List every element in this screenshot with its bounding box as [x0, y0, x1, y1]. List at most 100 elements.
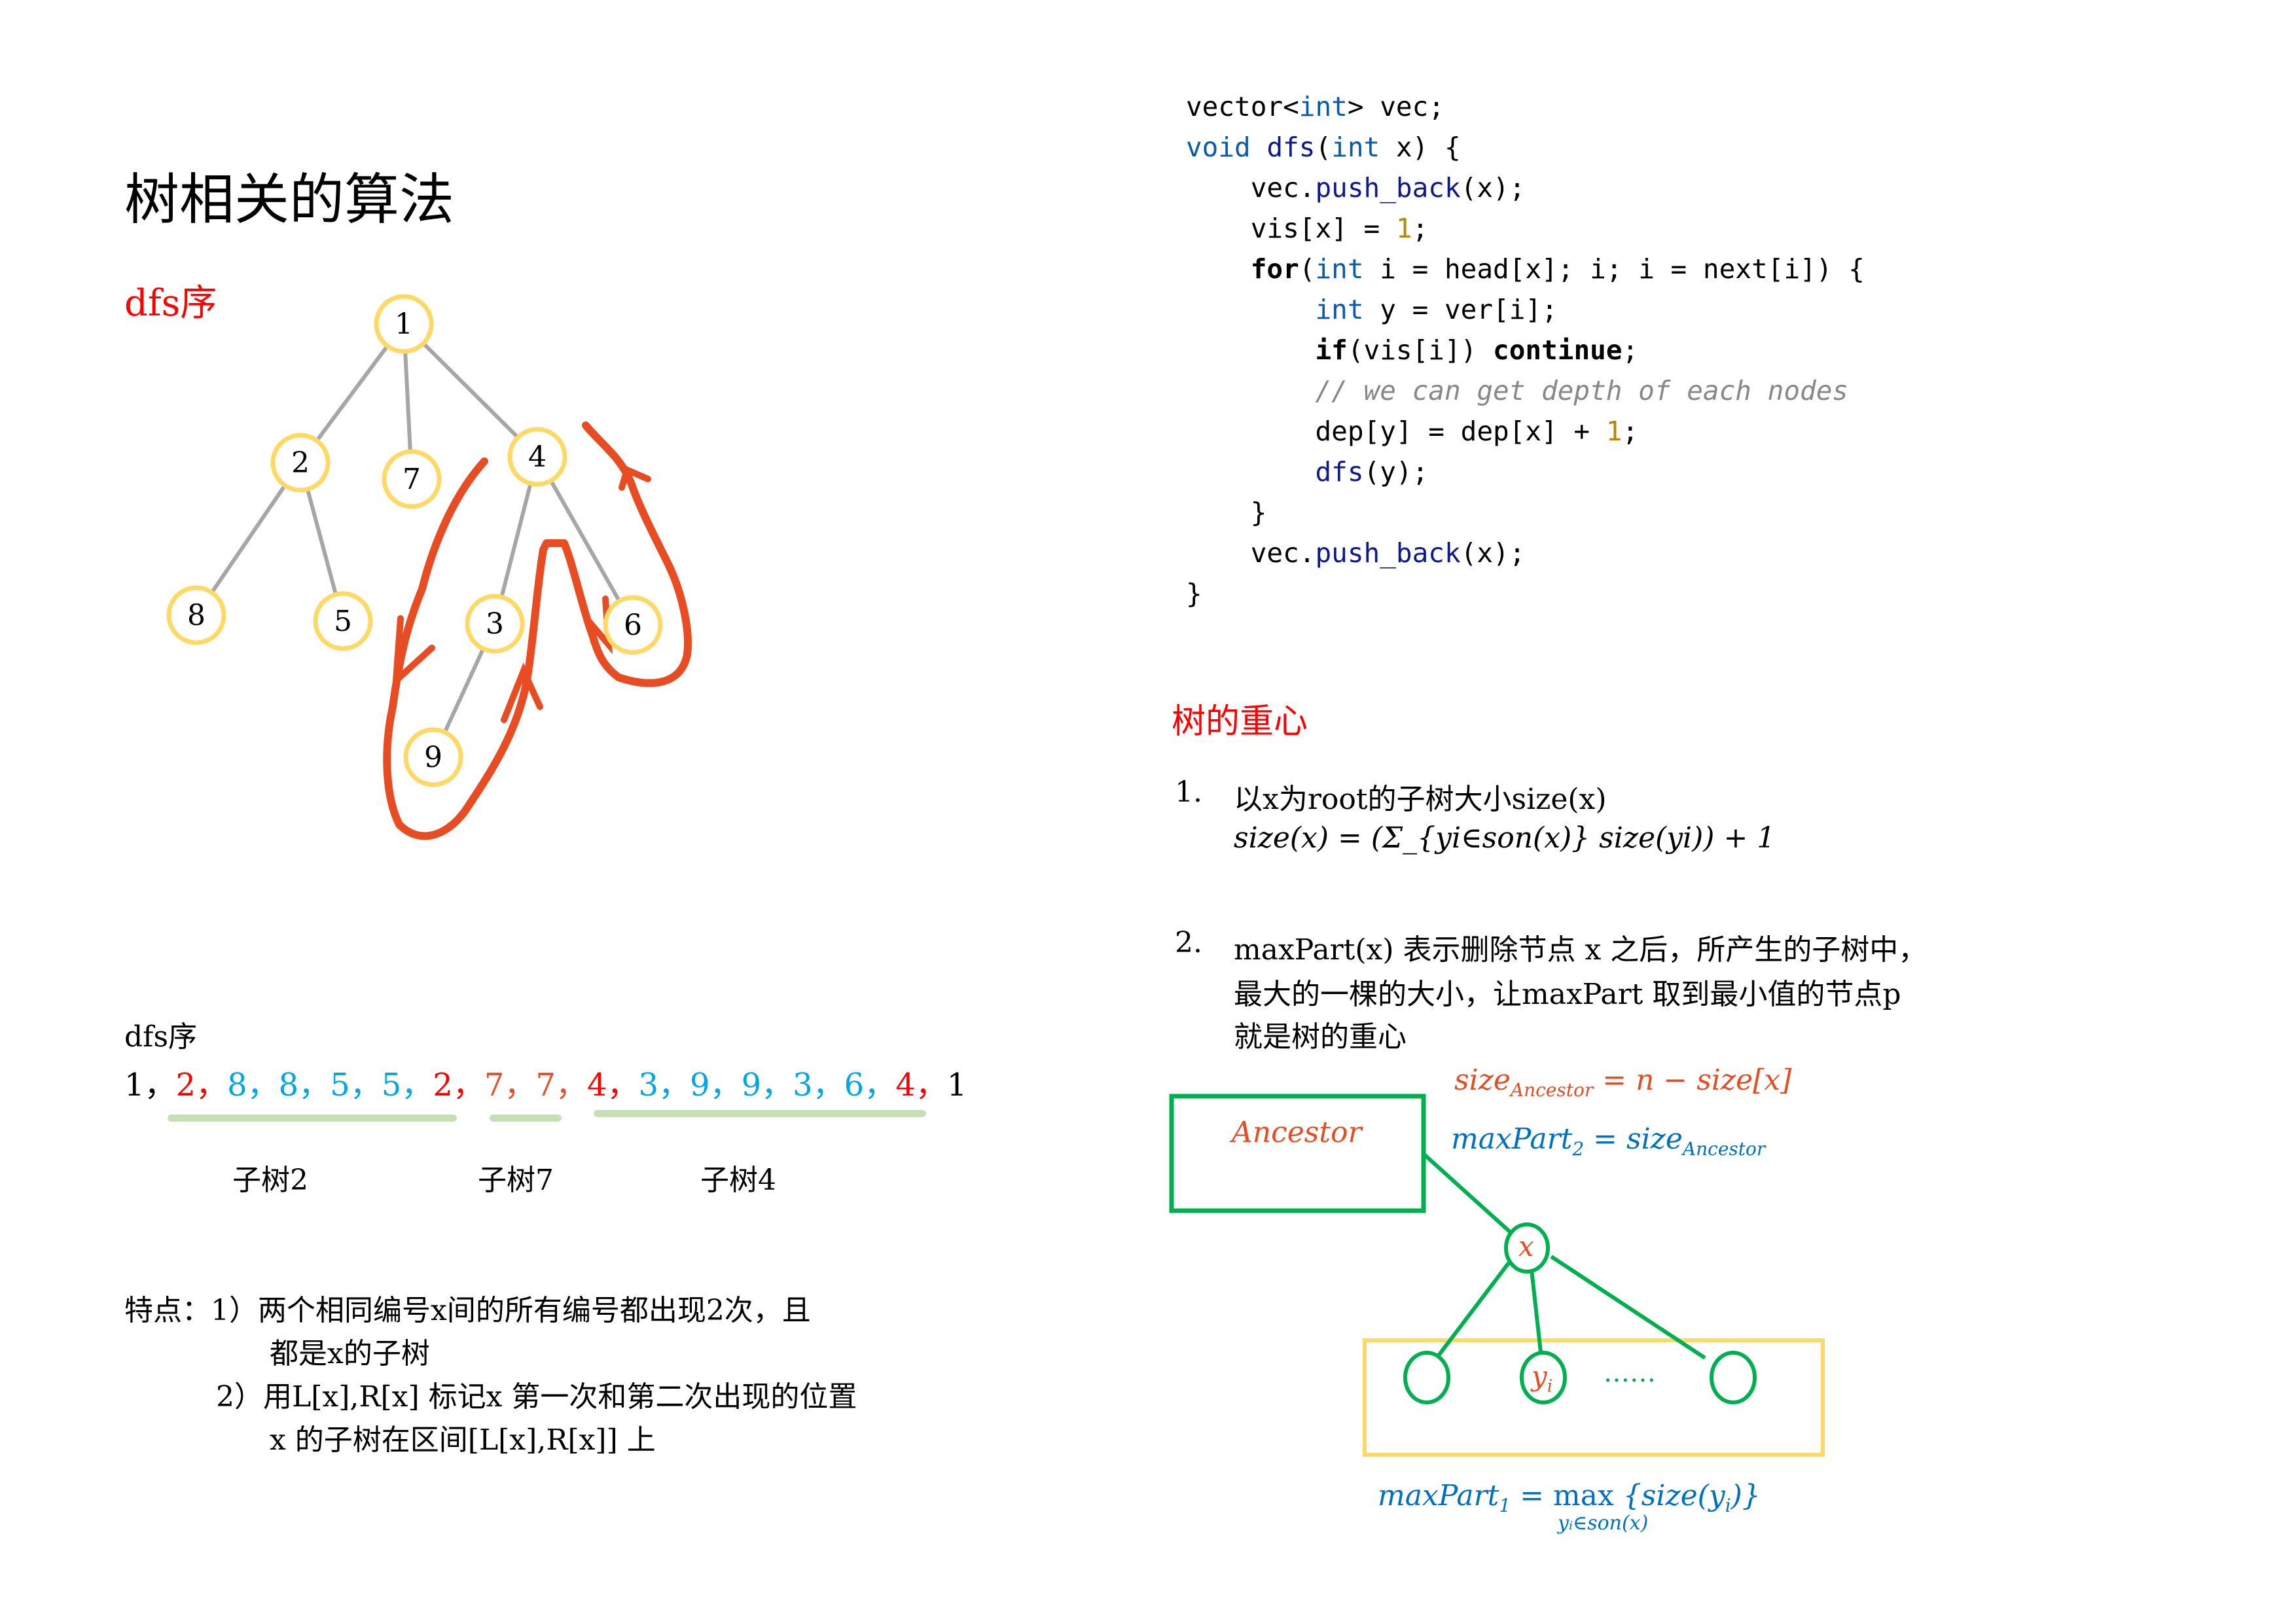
- code-token: ;: [1622, 334, 1639, 366]
- feature-2-line2: x 的子树在区间[L[x],R[x]] 上: [270, 1423, 656, 1457]
- code-token: 1: [1605, 416, 1623, 447]
- size-ancestor-formula: sizeAncestor = n − size[x]: [1454, 1063, 1792, 1101]
- feature-1-num: 1）: [211, 1294, 258, 1327]
- tree-node-8: 8: [166, 585, 226, 645]
- code-line: dfs(y);: [1186, 452, 1865, 492]
- sequence-item: 5，: [381, 1067, 433, 1103]
- tree-edge-3-9: [442, 647, 486, 734]
- code-token: vector<: [1186, 91, 1299, 122]
- tree-node-label: 8: [187, 599, 206, 632]
- sequence-item: 9，: [741, 1067, 793, 1103]
- code-line: // we can get depth of each nodes: [1186, 370, 1865, 411]
- feature-1-line1: 两个相同编号x间的所有编号都出现2次，且: [258, 1294, 811, 1327]
- sequence-item: 5，: [330, 1067, 382, 1103]
- code-token: push_back: [1315, 172, 1461, 204]
- code-token: void: [1186, 132, 1251, 163]
- code-token: continue: [1493, 334, 1623, 366]
- code-token: (y);: [1363, 456, 1429, 488]
- sequence-item: 2，: [175, 1067, 228, 1103]
- code-line: }: [1186, 573, 1865, 614]
- code-token: (x);: [1460, 172, 1526, 204]
- code-token: vec.: [1186, 537, 1316, 569]
- tree-edge-1-2: [315, 344, 389, 442]
- sequence-item: 6，: [844, 1067, 896, 1103]
- node-child3: [1710, 1351, 1757, 1404]
- code-token: vis[x] =: [1186, 213, 1396, 244]
- sequence-item: 3，: [638, 1067, 691, 1103]
- code-token: > vec;: [1347, 91, 1444, 122]
- item2-num: 2.: [1175, 926, 1202, 959]
- code-line: vis[x] = 1;: [1186, 208, 1865, 249]
- code-token: push_back: [1315, 537, 1461, 569]
- ancestor-label: Ancestor: [1232, 1116, 1362, 1149]
- edge-ancestor-x: [1423, 1153, 1514, 1236]
- code-token: int: [1315, 253, 1364, 285]
- item1-formula: size(x) = (Σ_{yi∈son(x)} size(yi)) + 1: [1234, 821, 1776, 855]
- code-line: vector<int> vec;: [1186, 86, 1865, 127]
- sequence-item: 1，: [124, 1067, 176, 1103]
- sequence-item: 4，: [895, 1067, 947, 1103]
- code-token: int: [1315, 294, 1364, 325]
- tree-node-label: 9: [424, 741, 442, 774]
- sequence-item: 3，: [793, 1067, 844, 1103]
- code-token: ;: [1412, 213, 1429, 244]
- x-node-label: x: [1518, 1230, 1534, 1262]
- item2-line3: 就是树的重心: [1234, 1020, 1407, 1054]
- sequence-label: dfs序: [124, 1020, 198, 1054]
- code-line: dep[y] = dep[x] + 1;: [1186, 411, 1865, 452]
- sequence-item: 7，: [484, 1067, 536, 1103]
- subtree-bar-4: [594, 1110, 926, 1117]
- subtree-label-7: 子树7: [478, 1164, 554, 1197]
- item2-line2: 最大的一棵的大小，让maxPart 取到最小值的节点p: [1234, 978, 1901, 1011]
- sequence-item: 9，: [690, 1067, 742, 1103]
- tree-node-label: 3: [486, 607, 504, 641]
- sequence-item: 1: [946, 1067, 967, 1103]
- tree-node-2: 2: [270, 433, 331, 493]
- code-token: dep[y] = dep[x] +: [1186, 416, 1606, 447]
- code-block: vector<int> vec; void dfs(int x) { vec.pu…: [1186, 86, 1865, 614]
- edge-x-yi: [1530, 1269, 1543, 1359]
- subtree-label-4: 子树4: [700, 1164, 776, 1197]
- tree-node-4: 4: [507, 427, 567, 487]
- subtree-bar-7: [490, 1115, 562, 1122]
- tree-node-7: 7: [382, 449, 442, 509]
- tree-node-label: 6: [624, 609, 642, 642]
- code-token: int: [1331, 132, 1380, 163]
- code-line: vec.push_back(x);: [1186, 168, 1865, 208]
- code-token: if: [1315, 334, 1348, 366]
- yi-node-label: yi: [1532, 1360, 1553, 1397]
- tree-edge-4-3: [499, 482, 533, 598]
- item1-num: 1.: [1175, 776, 1202, 809]
- code-token: for: [1250, 253, 1299, 285]
- code-token: x) {: [1380, 132, 1461, 163]
- code-token: (vis[i]): [1347, 334, 1494, 366]
- tree-edge-2-5: [305, 488, 338, 596]
- ellipsis: ……: [1604, 1358, 1656, 1388]
- tree-node-label: 7: [403, 463, 421, 496]
- code-token: vec.: [1186, 172, 1316, 204]
- code-token: int: [1299, 91, 1348, 122]
- code-token: ;: [1622, 416, 1639, 447]
- tree-node-1: 1: [374, 294, 434, 354]
- arrow-down-left: [393, 615, 435, 684]
- feature-2-line1: 用L[x],R[x] 标记x 第一次和第二次出现的位置: [263, 1380, 857, 1414]
- code-line: if(vis[i]) continue;: [1186, 330, 1865, 370]
- sequence-item: 8，: [278, 1067, 331, 1103]
- maxpart2-formula: maxPart2 = sizeAncestor: [1451, 1122, 1766, 1160]
- code-token: (: [1315, 132, 1332, 163]
- code-token: i = head[x]; i; i = next[i]) {: [1363, 253, 1865, 285]
- tree-node-label: 4: [528, 440, 547, 474]
- code-token: (: [1299, 253, 1316, 285]
- sequence-item: 8，: [227, 1067, 279, 1103]
- centroid-heading: 树的重心: [1172, 702, 1308, 741]
- features-prefix: 特点：: [124, 1294, 211, 1327]
- maxpart1-under: yᵢ∈son(x): [1558, 1512, 1649, 1535]
- ancestor-box: [1169, 1094, 1426, 1213]
- tree-edge-2-8: [210, 484, 287, 594]
- tree-node-5: 5: [313, 591, 373, 651]
